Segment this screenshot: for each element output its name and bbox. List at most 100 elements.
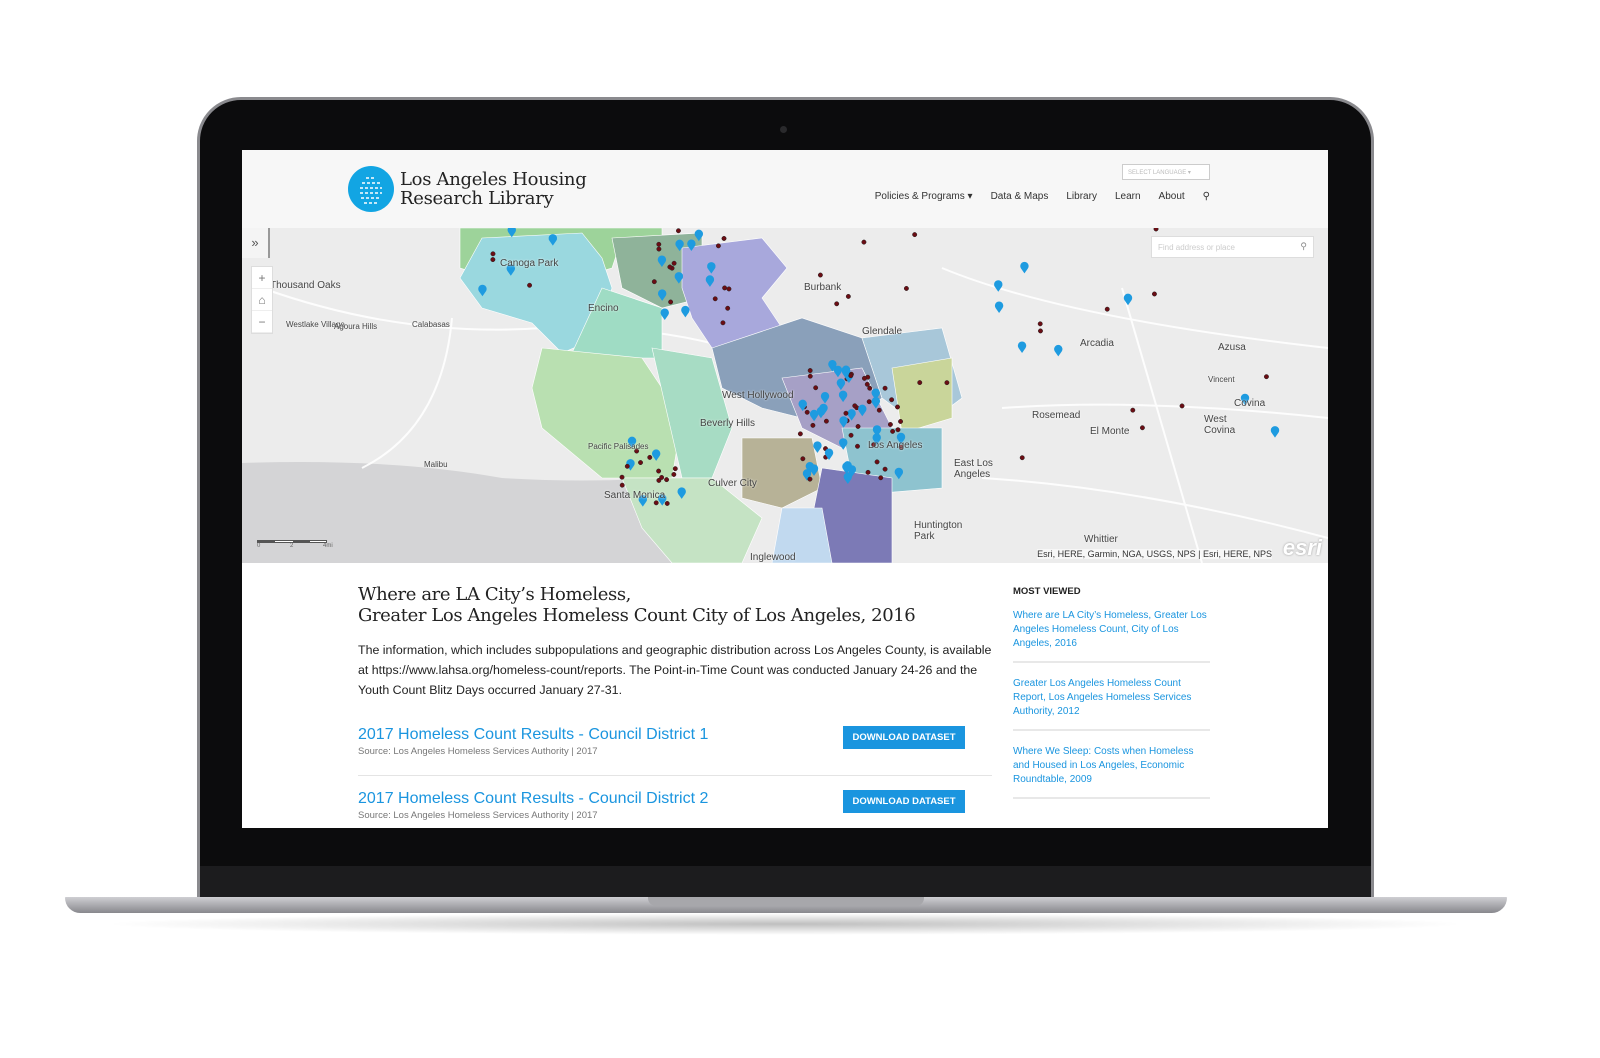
most-viewed-link[interactable]: Greater Los Angeles Homeless Count Repor… [1013,677,1210,731]
download-dataset-button[interactable]: DOWNLOAD DATASET [843,790,965,813]
homeless-count-dot [843,410,849,416]
map-place-label: Vincent [1208,375,1235,384]
map-search-input[interactable]: Find address or place ⚲ [1151,236,1314,258]
nav-about[interactable]: About [1159,191,1185,202]
language-select-label: SELECT LANGUAGE [1128,170,1187,176]
homeless-count-dot [712,296,718,302]
homeless-count-dot [823,418,829,424]
homeless-count-dot [800,456,806,462]
site-title[interactable]: Los Angeles Housing Research Library [400,169,587,208]
map-place-label: Encino [588,303,619,314]
homeless-count-dot [490,251,496,257]
expand-panel-button[interactable]: » [242,228,270,258]
screen: Los Angeles Housing Research Library SELE… [242,150,1328,828]
homeless-count-dot [1139,425,1145,431]
laptop-chin [200,866,1371,900]
homeless-count-dot [656,241,662,247]
homeless-count-dot [720,320,726,326]
homeless-count-dot [1104,306,1110,312]
camera [780,126,787,133]
homeless-count-dot [671,472,677,477]
homeless-count-dot [722,285,728,291]
most-viewed-link[interactable]: Where are LA City’s Homeless, Greater Lo… [1013,609,1210,663]
homeless-count-dot [804,409,810,415]
map-place-label: Agoura Hills [334,322,378,331]
home-icon[interactable]: ⌂ [252,289,272,311]
homeless-count-dot [1130,407,1136,413]
homeless-count-dot [1037,321,1043,327]
homeless-count-dot [726,286,732,292]
nav-library[interactable]: Library [1066,191,1097,202]
library-logo-icon[interactable] [348,166,394,212]
homeless-count-dot [672,466,678,472]
search-icon[interactable]: ⚲ [1300,241,1307,252]
homeless-count-dot [664,501,670,506]
map-place-label: Thousand Oaks [270,280,341,291]
most-viewed-link[interactable]: Where We Sleep: Costs when Homeless and … [1013,745,1210,799]
homeless-count-dot [807,476,813,482]
map-place-label: Pacific Palisades [588,442,649,451]
homeless-count-dot [882,385,888,391]
zoom-controls: + ⌂ − [251,266,273,334]
homeless-count-dot [664,477,670,483]
homeless-count-dot [797,431,803,437]
location-pin [1123,293,1133,306]
homeless-count-dot [855,443,860,449]
map-place-label: Arcadia [1080,338,1114,349]
homeless-count-dot [845,293,851,299]
homeless-count-dot [944,380,950,386]
homeless-count-dot [1153,228,1159,232]
map-place-label: Malibu [424,460,448,469]
nav-learn[interactable]: Learn [1115,191,1141,202]
site-title-line: Los Angeles Housing [400,169,587,190]
map-place-label: West Hollywood [722,390,794,401]
homeless-count-dot [675,228,681,234]
map-place-label: Los Angeles [868,440,923,451]
nav-data-maps[interactable]: Data & Maps [991,191,1049,202]
nav-policies-programs[interactable]: Policies & Programs ▾ [875,191,973,202]
map-attribution: Esri, HERE, Garmin, NGA, USGS, NPS | Esr… [1037,549,1272,559]
homeless-count-dot [619,474,625,480]
article-description: The information, which includes subpopul… [358,643,992,697]
homeless-count-dot [659,475,665,480]
homeless-count-dot [817,272,823,278]
homeless-count-dot [882,466,888,472]
location-pin [1270,426,1280,438]
location-pin [1020,261,1029,274]
language-select[interactable]: SELECT LANGUAGE ▾ [1122,164,1210,180]
search-icon[interactable]: ⚲ [1203,191,1210,202]
homeless-count-dot [721,236,727,241]
map-place-label: Covina [1234,398,1266,409]
map-place-label: Culver City [708,478,757,489]
scale-bar: 0 2 4mi [257,540,333,549]
laptop-notch [648,897,924,906]
homeless-count-dot [490,257,496,263]
zoom-in-button[interactable]: + [252,267,272,289]
location-pin [994,301,1004,314]
main-nav: Policies & Programs ▾ Data & Maps Librar… [875,191,1210,202]
homeless-count-dot [671,260,677,266]
homeless-count-dot [807,368,813,373]
homeless-count-dot [852,403,858,409]
map-place-label: Canoga Park [500,258,559,269]
dataset-item: 2017 Homeless Count Results - Council Di… [358,726,992,776]
download-dataset-button[interactable]: DOWNLOAD DATASET [843,726,965,749]
location-pin [681,305,690,318]
homeless-count-dot [624,463,630,469]
map-place-label: West Covina [1204,414,1236,436]
homeless-count-dot [912,232,918,238]
homeless-count-dot [667,264,673,270]
homeless-count-dot [1038,328,1043,334]
scale-label: 2 [290,543,294,549]
map-search-placeholder: Find address or place [1158,243,1235,252]
homeless-count-dot [874,459,880,465]
map-place-label: Burbank [804,282,842,293]
homeless-count-dot [1019,455,1025,461]
homeless-count-map[interactable]: Thousand Oaks Westlake Village Agoura Hill… [242,228,1328,563]
map-place-label: Santa Monica [604,490,666,501]
homeless-count-dot [619,482,625,488]
homeless-count-dot [866,399,872,405]
homeless-count-dot [848,432,854,438]
zoom-out-button[interactable]: − [252,311,272,333]
homeless-count-dot [810,422,816,428]
